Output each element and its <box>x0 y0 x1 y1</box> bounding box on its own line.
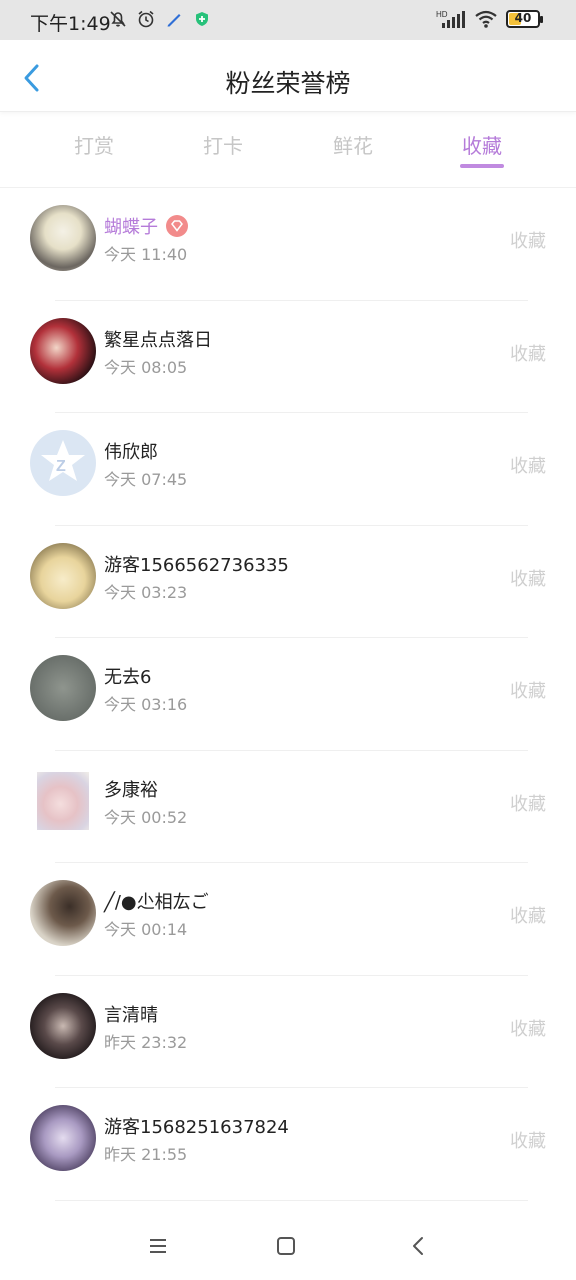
list-item[interactable]: Z 伟欣郎 今天 07:45 收藏 <box>0 413 576 526</box>
alarm-icon <box>138 10 154 28</box>
system-back-button[interactable] <box>404 1232 432 1260</box>
timestamp: 昨天 23:32 <box>104 1032 188 1052</box>
favorite-label: 收藏 <box>510 1131 546 1152</box>
signal-icon: HD <box>436 10 465 28</box>
avatar <box>30 880 96 946</box>
menu-button[interactable] <box>144 1232 172 1260</box>
tab-label: 收藏 <box>462 134 502 158</box>
favorite-label: 收藏 <box>510 1018 546 1040</box>
fan-name: 游客1568251637824 <box>104 1117 289 1138</box>
status-icons-right: HD 40 <box>436 9 543 29</box>
tab-active-indicator <box>460 164 504 168</box>
tab-label: 打赏 <box>74 134 114 158</box>
timestamp: 今天 08:05 <box>104 357 188 377</box>
status-time: 下午1:49 <box>30 13 111 35</box>
fan-name: 繁星点点落日 <box>104 329 212 351</box>
battery-level-text: 40 <box>514 11 532 25</box>
fan-name: 多康裕 <box>104 779 158 801</box>
timestamp: 今天 11:40 <box>104 245 188 264</box>
list-item[interactable]: 繁星点点落日 今天 08:05 收藏 <box>0 301 576 413</box>
shield-icon <box>196 12 208 26</box>
fan-name: 言清晴 <box>104 1004 158 1026</box>
favorite-label: 收藏 <box>510 343 546 365</box>
list-item[interactable]: 游客1566562736335 今天 03:23 收藏 <box>0 526 576 638</box>
timestamp: 今天 00:52 <box>104 807 188 827</box>
fan-list: 蝴蝶子 今天 11:40 收藏 繁星点点落日 今天 08:05 收藏 Z 伟欣郎… <box>0 188 576 1201</box>
favorite-label: 收藏 <box>510 568 546 590</box>
favorite-label: 收藏 <box>510 681 546 702</box>
fan-name: 游客1566562736335 <box>104 554 289 576</box>
timestamp: 今天 03:23 <box>104 582 188 602</box>
avatar <box>30 655 96 721</box>
home-square-icon <box>277 1237 295 1255</box>
avatar <box>30 992 96 1059</box>
status-icons-left <box>108 9 212 29</box>
tab-favorites[interactable]: 收藏 <box>432 130 532 168</box>
list-item[interactable]: ╱/●尐相厷ご 今天 00:14 收藏 <box>0 863 576 976</box>
default-avatar-icon: Z <box>41 440 85 481</box>
avatar: Z <box>30 430 96 496</box>
avatar <box>30 317 96 384</box>
tab-flowers[interactable]: 鲜花 <box>303 130 403 159</box>
diamond-badge-icon <box>166 215 188 237</box>
chevron-left-icon <box>413 1237 423 1255</box>
pen-icon <box>167 14 181 27</box>
header: 粉丝荣誉榜 <box>0 40 576 112</box>
fan-name: 蝴蝶子 <box>104 213 188 239</box>
wifi-icon <box>475 10 497 28</box>
favorite-label: 收藏 <box>510 231 546 252</box>
fan-name: ╱/●尐相厷ご <box>104 892 209 913</box>
list-item[interactable]: 蝴蝶子 今天 11:40 收藏 <box>0 188 576 301</box>
avatar <box>30 205 96 271</box>
tab-bar: 打赏 打卡 鲜花 收藏 <box>0 112 576 188</box>
home-button[interactable] <box>272 1232 300 1260</box>
tab-checkin[interactable]: 打卡 <box>173 130 273 159</box>
status-bar: 下午1:49 HD 40 <box>0 0 576 40</box>
tab-label: 鲜花 <box>333 134 373 158</box>
favorite-label: 收藏 <box>510 456 546 477</box>
avatar <box>37 771 89 830</box>
svg-text:Z: Z <box>56 458 66 475</box>
mute-bell-icon <box>110 11 126 27</box>
tab-reward[interactable]: 打赏 <box>44 130 144 159</box>
system-nav-bar <box>0 1210 576 1280</box>
timestamp: 今天 00:14 <box>104 920 188 939</box>
favorite-label: 收藏 <box>510 906 546 927</box>
list-item[interactable]: 言清晴 昨天 23:32 收藏 <box>0 976 576 1088</box>
page-title: 粉丝荣誉榜 <box>225 69 351 98</box>
list-item[interactable]: 游客1568251637824 昨天 21:55 收藏 <box>0 1088 576 1201</box>
list-item[interactable]: 无去6 今天 03:16 收藏 <box>0 638 576 751</box>
timestamp: 昨天 21:55 <box>104 1145 188 1164</box>
timestamp: 今天 07:45 <box>104 470 188 489</box>
fan-name: 伟欣郎 <box>104 442 158 463</box>
tab-label: 打卡 <box>203 134 243 158</box>
battery-icon: 40 <box>506 10 543 28</box>
fan-name-text: 蝴蝶子 <box>104 217 158 238</box>
menu-icon <box>150 1239 166 1253</box>
timestamp: 今天 03:16 <box>104 695 188 714</box>
avatar <box>30 542 96 609</box>
fan-name: 无去6 <box>104 667 152 688</box>
avatar <box>30 1105 96 1171</box>
svg-text:HD: HD <box>436 10 448 19</box>
favorite-label: 收藏 <box>510 793 546 815</box>
divider <box>55 1199 528 1201</box>
list-item[interactable]: 多康裕 今天 00:52 收藏 <box>0 751 576 863</box>
